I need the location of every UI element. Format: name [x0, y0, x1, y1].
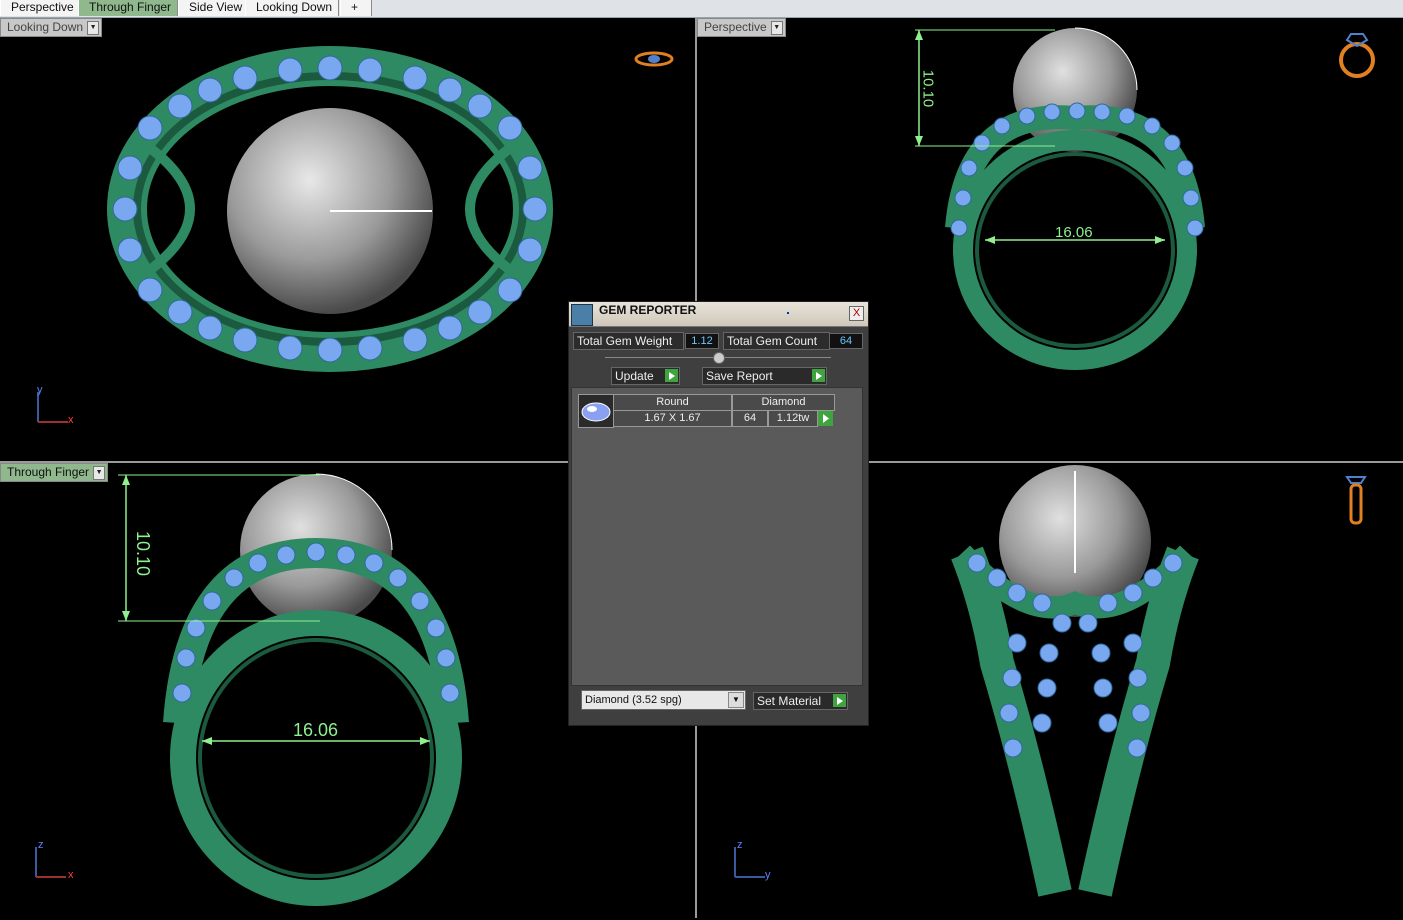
gem-list: Round Diamond 1.67 X 1.67 64 1.12tw [571, 387, 863, 686]
play-arrow-icon [812, 369, 825, 382]
viewport-label-through-finger[interactable]: Through Finger ▼ [0, 463, 109, 482]
title-marker [787, 312, 789, 314]
gem-view-icon[interactable] [633, 48, 677, 70]
material-select[interactable]: Diamond (3.52 spg) ▼ [581, 690, 746, 710]
set-material-label: Set Material [757, 694, 822, 708]
axis-label-z: z [38, 839, 44, 851]
gem-reporter-dialog: GEM REPORTER X Total Gem Weight 1.12 Tot… [568, 301, 869, 726]
chevron-down-icon[interactable]: ▼ [770, 21, 783, 35]
axis-label-z: z [737, 839, 743, 851]
play-arrow-icon [665, 369, 678, 382]
tab-through-finger[interactable]: Through Finger [78, 0, 179, 16]
viewport-label-text: Perspective [704, 20, 767, 34]
add-tab-button[interactable]: + [340, 0, 372, 16]
viewport-label-text: Looking Down [7, 20, 84, 34]
gem-reporter-logo-icon [571, 304, 593, 326]
update-button-label: Update [615, 369, 654, 383]
play-arrow-icon [823, 414, 829, 423]
viewport-label-perspective[interactable]: Perspective ▼ [697, 18, 786, 37]
chevron-down-icon[interactable]: ▼ [728, 692, 744, 708]
axis-label-x: x [68, 869, 74, 881]
view-tab-bar: Perspective Through Finger Side View Loo… [0, 0, 1403, 18]
dialog-title-bar[interactable]: GEM REPORTER X [569, 302, 868, 327]
tab-looking-down[interactable]: Looking Down [245, 0, 340, 16]
axis-label-x: x [68, 414, 74, 426]
splitter-handle[interactable] [713, 352, 725, 364]
side-view-icon[interactable] [1341, 471, 1371, 529]
dialog-title: GEM REPORTER [599, 303, 697, 317]
ring-view-icon[interactable] [1337, 28, 1381, 80]
gem-count-cell: 64 [732, 410, 768, 427]
axis-label-y: y [37, 384, 43, 396]
axis-label-y: y [765, 869, 771, 881]
total-gem-count-value: 64 [829, 333, 863, 349]
gem-size-cell: 1.67 X 1.67 [613, 410, 732, 427]
play-arrow-icon [833, 694, 846, 707]
viewport-label-text: Through Finger [7, 465, 90, 479]
chevron-down-icon[interactable]: ▼ [87, 21, 100, 35]
dimension-height: 10.10 [133, 530, 154, 577]
round-gem-icon [578, 394, 614, 428]
total-gem-weight-label: Total Gem Weight [573, 332, 684, 350]
save-report-button[interactable]: Save Report [702, 367, 827, 385]
row-select-button[interactable] [818, 411, 833, 426]
chevron-down-icon[interactable]: ▼ [93, 466, 106, 480]
total-gem-weight-value: 1.12 [685, 333, 719, 349]
gem-material-header: Diamond [732, 394, 835, 411]
gem-shape-header: Round [613, 394, 732, 411]
material-select-value: Diamond (3.52 spg) [585, 694, 682, 706]
tab-side-view[interactable]: Side View [178, 0, 250, 16]
viewport-label-looking-down[interactable]: Looking Down ▼ [0, 18, 103, 37]
gem-weight-cell: 1.12tw [768, 410, 818, 427]
total-gem-count-label: Total Gem Count [723, 332, 830, 350]
save-report-label: Save Report [706, 369, 773, 383]
tab-perspective[interactable]: Perspective [0, 0, 81, 16]
set-material-button[interactable]: Set Material [753, 692, 848, 710]
dimension-width: 16.06 [1055, 224, 1093, 241]
dimension-height: 10.10 [919, 69, 937, 108]
update-button[interactable]: Update [611, 367, 680, 385]
dimension-width: 16.06 [293, 720, 339, 740]
close-button[interactable]: X [849, 306, 864, 321]
